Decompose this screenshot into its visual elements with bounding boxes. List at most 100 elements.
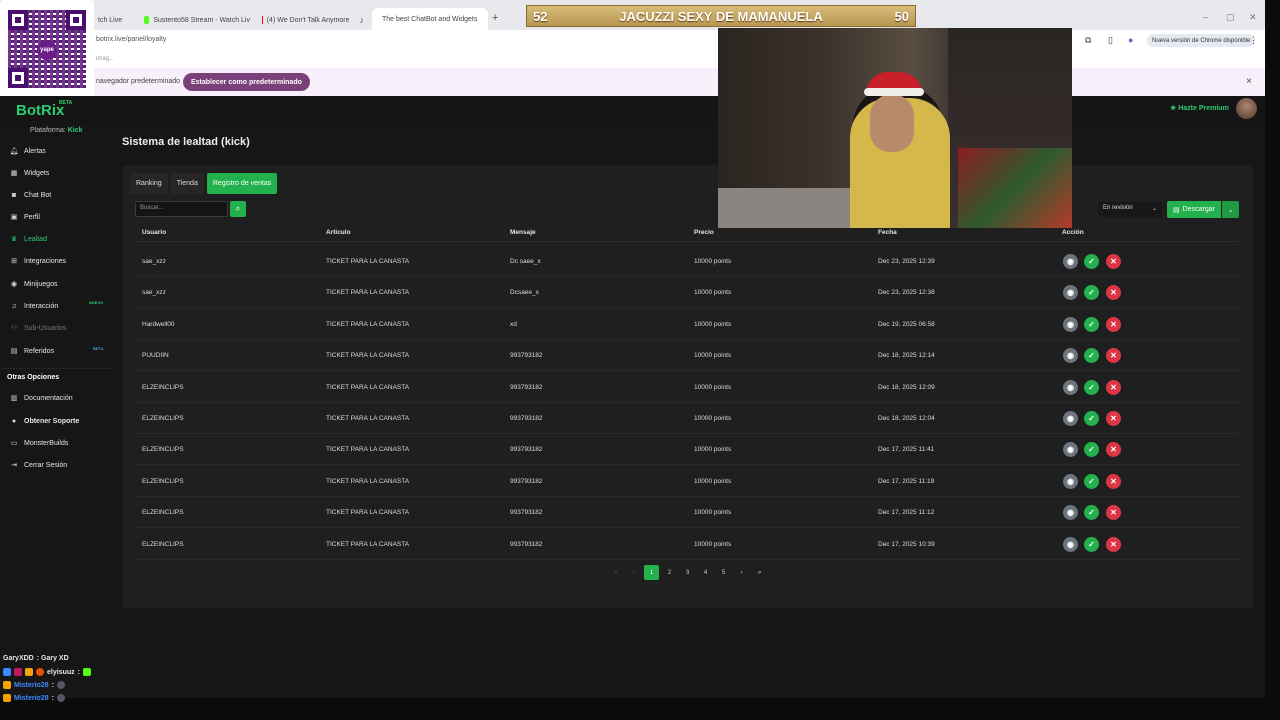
close-icon[interactable]: ✕ (1106, 285, 1121, 301)
sidebar-item-monsterbuilds[interactable]: ▭ MonsterBuilds (10, 436, 69, 450)
eye-icon[interactable]: ◉ (1063, 285, 1078, 301)
sidebar-item-alertas[interactable]: 🔔︎ Alertas (10, 144, 46, 158)
sidebar-item-chatbot[interactable]: ◙ Chat Bot (10, 188, 51, 202)
badge-icon (14, 668, 22, 676)
prev-page-button[interactable]: ‹ (626, 565, 641, 580)
status-filter-select[interactable]: En revisión ⌄ (1098, 202, 1162, 217)
tab-tienda[interactable]: Tienda (170, 173, 204, 194)
page-button[interactable]: 5 (716, 565, 731, 580)
sidebar-item-widgets[interactable]: ▦ Widgets (10, 166, 50, 180)
table-cell: Dec 23, 2025 12:38 (878, 289, 935, 297)
infobar-close-icon[interactable]: × (1246, 76, 1252, 87)
check-icon[interactable]: ✓ (1084, 505, 1099, 521)
tab-registro-ventas[interactable]: Registro de ventas (206, 173, 278, 194)
column-header[interactable]: Fecha (878, 229, 897, 236)
sidebar-item-soporte[interactable]: ● Obtener Soporte (10, 414, 79, 428)
chrome-update-button[interactable]: Nueva versión de Chrome disponible (1147, 34, 1256, 47)
close-icon[interactable]: ✕ (1106, 473, 1121, 489)
column-header[interactable]: Articulo (326, 229, 351, 236)
eye-icon[interactable]: ◉ (1063, 505, 1078, 521)
speaker-icon[interactable]: ♪ (360, 15, 365, 25)
page-button[interactable]: 1 (644, 565, 659, 580)
close-window-icon[interactable]: ✕ (1249, 12, 1257, 23)
check-icon[interactable]: ✓ (1084, 316, 1099, 332)
eye-icon[interactable]: ◉ (1063, 254, 1078, 269)
check-icon[interactable]: ✓ (1084, 379, 1099, 395)
last-page-button[interactable]: » (752, 565, 767, 580)
close-icon[interactable]: ✕ (1106, 379, 1121, 395)
check-icon[interactable]: ✓ (1084, 348, 1099, 364)
botrix-logo[interactable]: BotRix (16, 102, 64, 119)
search-icon[interactable]: ⌕ (230, 201, 246, 217)
extensions-icon[interactable]: ⧉ (1085, 35, 1091, 46)
table-cell: 10000 points (694, 509, 732, 517)
eye-icon[interactable]: ◉ (1063, 442, 1078, 458)
close-icon[interactable]: ✕ (1106, 316, 1121, 332)
close-icon[interactable]: ✕ (1106, 536, 1121, 552)
table-cell: TICKET PARA LA CANASTA (326, 383, 410, 391)
sidebar-item-documentacion[interactable]: ▥ Documentación (10, 391, 73, 405)
browser-tab[interactable]: (4) We Don't Talk Anymore ♪ (256, 10, 370, 30)
page-button[interactable]: 3 (680, 565, 695, 580)
chat-message: elyisuuz : (3, 668, 91, 676)
page-button[interactable]: 2 (662, 565, 677, 580)
first-page-button[interactable]: « (608, 565, 623, 580)
sidepanel-icon[interactable]: ▯ (1108, 35, 1113, 46)
eye-icon[interactable]: ◉ (1063, 473, 1078, 489)
maximize-icon[interactable]: ▢ (1226, 12, 1235, 23)
close-icon[interactable]: ✕ (1106, 348, 1121, 364)
close-icon[interactable]: ✕ (1106, 442, 1121, 458)
download-button[interactable]: ▤ Descargar (1167, 201, 1221, 218)
column-header[interactable]: Mensaje (510, 229, 536, 236)
new-tab-button[interactable]: + (492, 12, 498, 24)
sidebar-item-referidos[interactable]: ▤ Referidos (10, 344, 54, 358)
avatar[interactable] (1236, 98, 1257, 119)
profile-icon[interactable]: ● (1128, 35, 1133, 45)
close-icon[interactable]: ✕ (1106, 505, 1121, 521)
download-options-caret[interactable]: ⌄ (1222, 201, 1239, 218)
eye-icon[interactable]: ◉ (1063, 411, 1078, 426)
sidebar-item-subusuarios[interactable]: ⚇ Sub-Usuarios (10, 321, 67, 335)
table-cell: ELZEINCLIPS (142, 383, 184, 391)
eye-icon[interactable]: ◉ (1063, 536, 1078, 552)
url-field[interactable]: botrix.live/panel/loyalty (96, 36, 166, 43)
close-icon[interactable]: ✕ (1106, 411, 1121, 426)
santa-hat-rim (864, 88, 924, 96)
sidebar-item-perfil[interactable]: ▣ Perfil (10, 210, 40, 224)
check-icon[interactable]: ✓ (1084, 442, 1099, 458)
check-icon[interactable]: ✓ (1084, 254, 1099, 269)
sidebar-item-label: Documentación (24, 394, 73, 402)
check-icon[interactable]: ✓ (1084, 411, 1099, 426)
check-icon[interactable]: ✓ (1084, 536, 1099, 552)
minimize-icon[interactable]: – (1203, 12, 1208, 22)
eye-icon[interactable]: ◉ (1063, 316, 1078, 332)
bookmarks-bar (0, 52, 1265, 68)
column-header[interactable]: Precio (694, 229, 714, 236)
column-header[interactable]: Usuario (142, 229, 166, 236)
set-default-button[interactable]: Establecer como predeterminado (183, 73, 310, 91)
next-page-button[interactable]: › (734, 565, 749, 580)
menu-icon[interactable]: ⋮ (1249, 35, 1258, 46)
eye-icon[interactable]: ◉ (1063, 379, 1078, 395)
browser-tab[interactable]: tch Live (92, 10, 136, 30)
sidebar-item-integraciones[interactable]: ⊞ Integraciones (10, 254, 66, 268)
eye-icon[interactable]: ◉ (1063, 348, 1078, 364)
sidebar-item-lealtad[interactable]: ♛ Lealtad (10, 232, 47, 246)
table-cell: Dcsaee_x (510, 289, 539, 297)
qr-finder (66, 10, 86, 30)
search-input[interactable]: Buscar... (135, 201, 228, 217)
tab-ranking[interactable]: Ranking (130, 173, 168, 194)
check-icon[interactable]: ✓ (1084, 285, 1099, 301)
close-icon[interactable]: ✕ (1106, 254, 1121, 269)
sidebar-item-minijuegos[interactable]: ◉ Minijuegos (10, 277, 58, 291)
browser-tab-active[interactable]: The best ChatBot and Widgets × (372, 8, 488, 30)
check-icon[interactable]: ✓ (1084, 473, 1099, 489)
sidebar-item-interaccion[interactable]: ♫ Interacción (10, 299, 58, 313)
new-badge: NUEVO (89, 300, 104, 305)
premium-link[interactable]: ★ Hazte Premium (1170, 104, 1229, 112)
close-tab-icon[interactable]: × (487, 14, 488, 24)
bookmark-item[interactable]: imag... (96, 56, 114, 62)
page-button[interactable]: 4 (698, 565, 713, 580)
sidebar-item-cerrar-sesion[interactable]: ⇥ Cerrar Sesión (10, 458, 67, 472)
browser-tab[interactable]: Sustento58 Stream - Watch Liv (138, 10, 256, 30)
